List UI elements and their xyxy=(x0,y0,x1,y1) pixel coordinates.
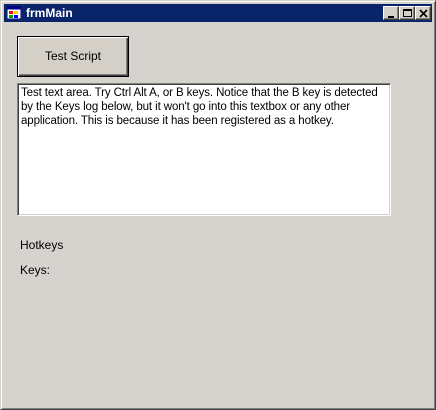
minimize-icon xyxy=(388,16,394,18)
maximize-button[interactable] xyxy=(399,6,415,20)
test-text-area-content: Test text area. Try Ctrl Alt A, or B key… xyxy=(21,87,378,127)
title-bar[interactable]: frmMain xyxy=(4,4,432,22)
test-text-area[interactable]: Test text area. Try Ctrl Alt A, or B key… xyxy=(17,83,391,216)
test-script-button[interactable]: Test Script xyxy=(17,36,129,77)
close-icon xyxy=(419,9,428,18)
close-button[interactable] xyxy=(415,6,431,20)
keys-label: Keys: xyxy=(20,263,51,277)
app-icon[interactable] xyxy=(6,5,22,20)
window-title: frmMain xyxy=(26,6,73,20)
hotkeys-label: Hotkeys xyxy=(20,238,64,252)
maximize-icon xyxy=(403,9,412,17)
minimize-button[interactable] xyxy=(383,6,399,20)
main-window: frmMain Test Script Test text area. Try … xyxy=(0,0,436,410)
